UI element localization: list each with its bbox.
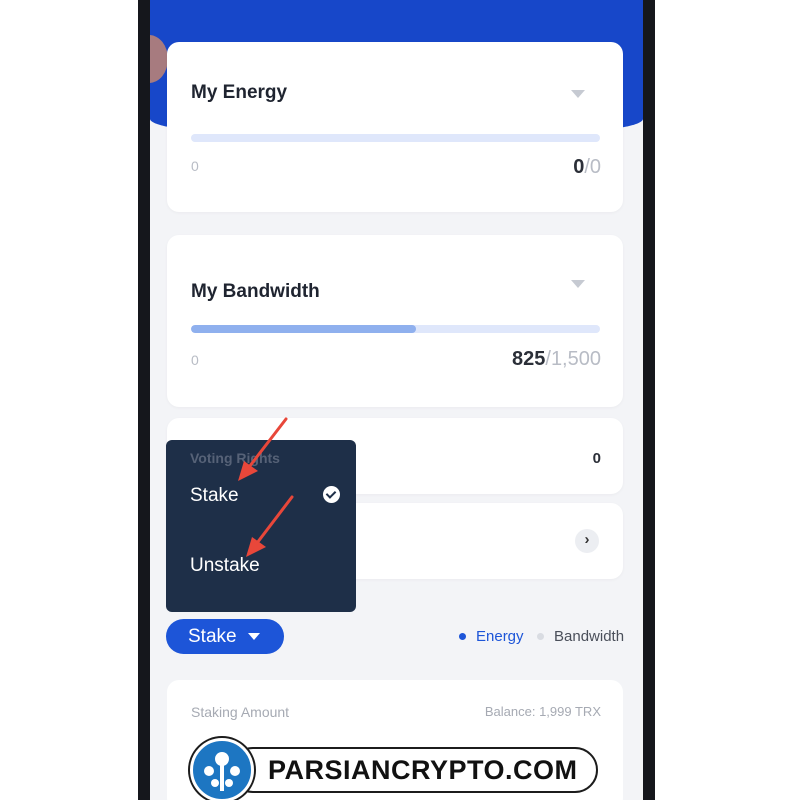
energy-bar bbox=[191, 134, 600, 142]
bandwidth-bar bbox=[191, 325, 600, 333]
radio-selected-icon bbox=[459, 633, 466, 640]
menu-item-stake[interactable]: Stake bbox=[190, 485, 239, 507]
tree-icon bbox=[204, 752, 240, 791]
energy-used: 0 bbox=[573, 156, 585, 178]
energy-min: 0 bbox=[191, 158, 199, 174]
radio-energy[interactable]: Energy bbox=[459, 628, 524, 645]
energy-title: My Energy bbox=[191, 82, 288, 103]
stake-mode-button[interactable]: Stake bbox=[166, 619, 284, 654]
arrow-shaft bbox=[244, 417, 288, 473]
annotation-arrow-stake bbox=[238, 417, 288, 481]
bandwidth-used: 825 bbox=[512, 348, 546, 370]
chevron-right-icon[interactable]: › bbox=[575, 529, 599, 553]
radio-unselected-icon bbox=[537, 633, 544, 640]
staking-amount-label: Staking Amount bbox=[191, 704, 290, 720]
balance-text: Balance: 1,999 TRX bbox=[484, 704, 601, 719]
energy-values: 0/0 bbox=[573, 156, 601, 179]
energy-caret-icon[interactable] bbox=[571, 90, 585, 98]
phone-frame-left bbox=[138, 0, 150, 800]
arrow-head bbox=[246, 537, 266, 557]
energy-total: 0 bbox=[589, 156, 601, 178]
bandwidth-min: 0 bbox=[191, 352, 199, 368]
radio-bandwidth[interactable]: Bandwidth bbox=[537, 628, 624, 645]
energy-card: My Energy 0 0/0 bbox=[167, 42, 623, 212]
bandwidth-values: 825/1,500 bbox=[512, 348, 601, 371]
bandwidth-title: My Bandwidth bbox=[191, 281, 320, 302]
arrow-shaft bbox=[252, 495, 294, 549]
voting-value: 0 bbox=[592, 450, 601, 467]
watermark: PARSIANCRYPTO.COM bbox=[190, 738, 598, 800]
bandwidth-caret-icon[interactable] bbox=[571, 280, 585, 288]
annotation-arrow-unstake bbox=[246, 495, 294, 557]
stake-mode-label: Stake bbox=[188, 626, 237, 647]
phone-frame-right bbox=[643, 0, 655, 800]
radio-energy-label: Energy bbox=[476, 628, 524, 645]
bandwidth-total: 1,500 bbox=[550, 348, 601, 370]
watermark-text: PARSIANCRYPTO.COM bbox=[230, 747, 598, 793]
check-icon bbox=[323, 486, 340, 503]
caret-down-icon bbox=[248, 633, 260, 640]
bandwidth-card: My Bandwidth 0 825/1,500 bbox=[167, 235, 623, 407]
watermark-logo-icon bbox=[190, 738, 254, 800]
radio-bandwidth-label: Bandwidth bbox=[554, 628, 625, 645]
bandwidth-bar-fill bbox=[191, 325, 416, 333]
arrow-head bbox=[238, 461, 258, 481]
